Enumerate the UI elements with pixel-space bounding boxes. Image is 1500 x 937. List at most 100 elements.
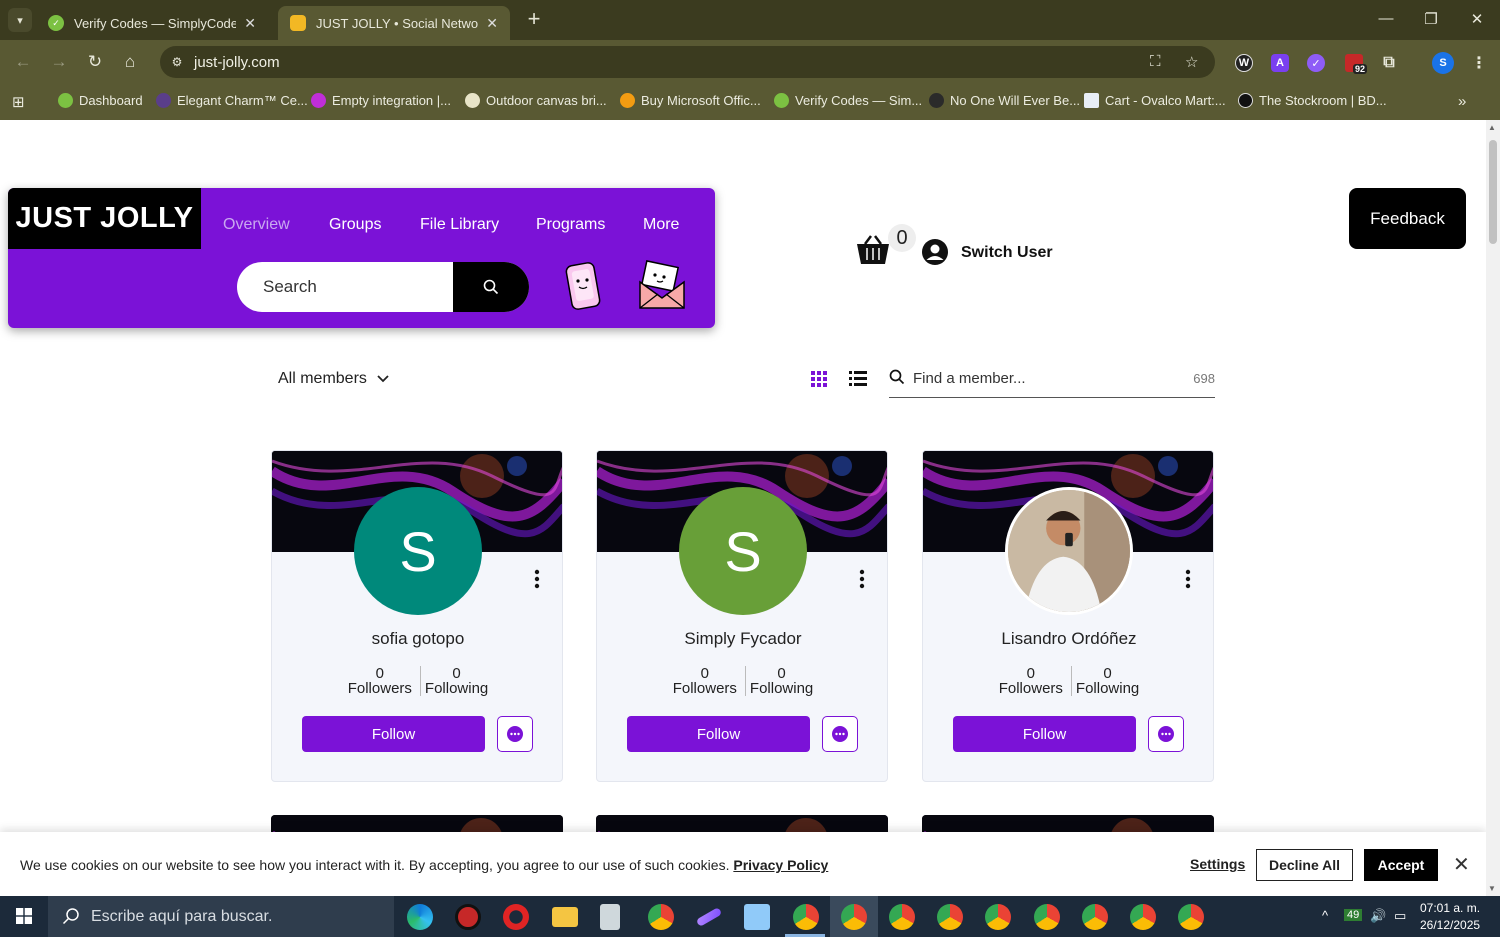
tab-search-icon[interactable]: ▾ xyxy=(8,8,32,32)
message-button[interactable] xyxy=(1148,716,1184,752)
bookmark-empty-integration[interactable]: Empty integration |... xyxy=(311,93,451,108)
back-icon[interactable]: ← xyxy=(12,52,34,72)
message-button[interactable] xyxy=(497,716,533,752)
cart-icon[interactable] xyxy=(855,234,891,268)
feedback-button[interactable]: Feedback xyxy=(1349,188,1466,249)
grid-view-icon[interactable] xyxy=(811,371,827,387)
members-filter-dropdown[interactable]: All members xyxy=(278,370,389,388)
follow-button[interactable]: Follow xyxy=(627,716,810,752)
chrome-profile-icon[interactable] xyxy=(1034,904,1060,930)
nav-programs[interactable]: Programs xyxy=(536,216,605,234)
chrome-icon[interactable] xyxy=(648,904,674,930)
network-icon[interactable]: ▭ xyxy=(1394,908,1406,924)
mail-character-icon[interactable] xyxy=(636,260,688,312)
scroll-down-icon[interactable]: ▼ xyxy=(1488,884,1496,893)
windows-start-icon[interactable] xyxy=(16,908,32,924)
system-clock[interactable]: 07:01 a. m. 26/12/2025 xyxy=(1420,900,1480,934)
minimize-icon[interactable]: — xyxy=(1376,10,1396,27)
tab-just-jolly[interactable]: JUST JOLLY • Social Networking ✕ xyxy=(278,6,510,40)
antivirus-icon[interactable] xyxy=(455,904,481,930)
home-icon[interactable]: ⌂ xyxy=(119,52,141,72)
chrome-profile-icon[interactable] xyxy=(1082,904,1108,930)
address-bar[interactable]: ⚙ just-jolly.com ⛶ ☆ xyxy=(160,46,1215,78)
close-tab-icon[interactable]: ✕ xyxy=(486,15,498,32)
chrome-profile-icon[interactable] xyxy=(1178,904,1204,930)
opera-icon[interactable] xyxy=(503,904,529,930)
tab-simplycodes[interactable]: ✓ Verify Codes — SimplyCodes ✕ xyxy=(36,6,268,40)
followers-stat[interactable]: 0 Followers xyxy=(669,666,746,696)
restore-icon[interactable]: ❐ xyxy=(1421,10,1441,28)
privacy-policy-link[interactable]: Privacy Policy xyxy=(733,857,828,873)
menu-kebab-icon[interactable]: ⋮ xyxy=(1470,54,1488,72)
decline-all-button[interactable]: Decline All xyxy=(1256,849,1353,881)
phone-character-icon[interactable] xyxy=(563,260,603,312)
following-stat[interactable]: 0 Following xyxy=(746,666,817,696)
user-avatar-icon[interactable] xyxy=(921,238,949,266)
member-avatar[interactable]: S xyxy=(679,487,807,615)
cookie-settings-link[interactable]: Settings xyxy=(1190,856,1245,872)
more-options-icon[interactable] xyxy=(858,569,866,589)
extensions-puzzle-icon[interactable]: ⧉ xyxy=(1380,54,1398,72)
apps-grid-icon[interactable]: ⊞ xyxy=(12,93,25,111)
taskbar-search-input[interactable]: Escribe aquí para buscar. xyxy=(48,896,394,937)
tray-expand-icon[interactable]: ^ xyxy=(1322,908,1328,923)
page-scrollbar[interactable]: ▲ ▼ xyxy=(1486,120,1500,896)
member-name[interactable]: Lisandro Ordóñez xyxy=(923,629,1213,649)
notepad-icon[interactable] xyxy=(600,904,620,930)
file-explorer-icon[interactable] xyxy=(552,907,578,927)
more-bookmarks-icon[interactable]: » xyxy=(1458,93,1466,110)
followers-stat[interactable]: 0 Followers xyxy=(995,666,1072,696)
nav-more[interactable]: More xyxy=(643,216,679,234)
edge-icon[interactable] xyxy=(407,904,433,930)
chrome-profile-icon[interactable] xyxy=(1130,904,1156,930)
member-avatar[interactable]: S xyxy=(354,487,482,615)
find-member-input[interactable]: Find a member... 698 xyxy=(889,360,1215,398)
more-options-icon[interactable] xyxy=(533,569,541,589)
chrome-profile-icon[interactable] xyxy=(985,904,1011,930)
bookmark-dashboard[interactable]: Dashboard xyxy=(58,93,143,108)
volume-icon[interactable]: 🔊 xyxy=(1370,908,1386,924)
switch-user-link[interactable]: Switch User xyxy=(961,244,1053,262)
member-photo-avatar[interactable] xyxy=(1005,487,1133,615)
followers-stat[interactable]: 0 Followers xyxy=(344,666,421,696)
accept-button[interactable]: Accept xyxy=(1364,849,1438,881)
extension-a-icon[interactable]: A xyxy=(1271,54,1289,72)
forward-icon[interactable]: → xyxy=(48,52,70,72)
feather-app-icon[interactable] xyxy=(695,907,723,927)
scroll-up-icon[interactable]: ▲ xyxy=(1488,123,1496,132)
profile-avatar[interactable]: S xyxy=(1432,52,1454,74)
bookmark-elegant-charm[interactable]: Elegant Charm™ Ce... xyxy=(156,93,308,108)
nav-groups[interactable]: Groups xyxy=(329,216,381,234)
following-stat[interactable]: 0 Following xyxy=(1072,666,1143,696)
scrollbar-thumb[interactable] xyxy=(1489,140,1497,244)
reload-icon[interactable]: ↻ xyxy=(84,52,106,72)
follow-button[interactable]: Follow xyxy=(302,716,485,752)
nav-file-library[interactable]: File Library xyxy=(420,216,499,234)
translate-icon[interactable]: ⛶ xyxy=(1150,53,1161,70)
member-name[interactable]: sofia gotopo xyxy=(272,629,562,649)
member-name[interactable]: Simply Fycador xyxy=(597,629,887,649)
notes-app-icon[interactable] xyxy=(744,904,770,930)
list-view-icon[interactable] xyxy=(849,371,867,387)
extension-w-icon[interactable]: W xyxy=(1235,54,1253,72)
chrome-profile-icon[interactable] xyxy=(793,904,819,930)
following-stat[interactable]: 0 Following xyxy=(421,666,492,696)
site-info-icon[interactable]: ⚙ xyxy=(166,51,188,73)
bookmark-cart-ovalco[interactable]: Cart - Ovalco Mart:... xyxy=(1084,93,1226,108)
more-options-icon[interactable] xyxy=(1184,569,1192,589)
chrome-profile-icon[interactable] xyxy=(937,904,963,930)
message-button[interactable] xyxy=(822,716,858,752)
site-logo[interactable]: JUST JOLLY xyxy=(8,188,201,249)
site-search-input[interactable]: Search xyxy=(237,262,529,312)
chrome-profile-icon[interactable] xyxy=(841,904,867,930)
bookmark-no-one[interactable]: No One Will Ever Be... xyxy=(929,93,1080,108)
bookmark-verify-codes[interactable]: Verify Codes — Sim... xyxy=(774,93,922,108)
extension-badge-icon[interactable]: 92 xyxy=(1345,54,1368,74)
close-tab-icon[interactable]: ✕ xyxy=(244,15,256,32)
chrome-profile-icon[interactable] xyxy=(889,904,915,930)
nav-overview[interactable]: Overview xyxy=(223,216,290,234)
new-tab-button[interactable]: + xyxy=(522,8,546,32)
close-window-icon[interactable]: ✕ xyxy=(1467,10,1487,28)
bookmark-stockroom[interactable]: The Stockroom | BD... xyxy=(1238,93,1387,108)
bookmark-star-icon[interactable]: ☆ xyxy=(1185,53,1198,71)
